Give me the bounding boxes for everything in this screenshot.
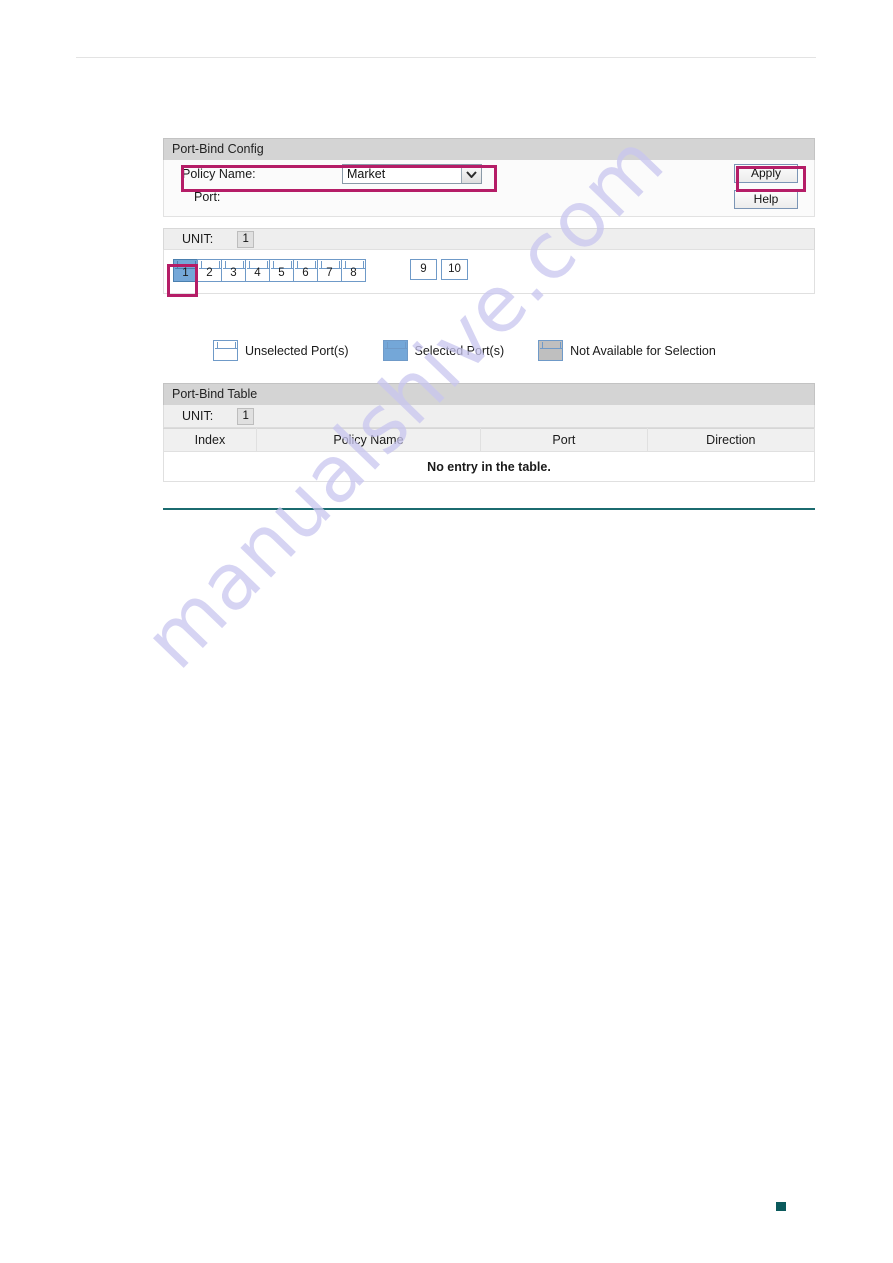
legend-label: Not Available for Selection bbox=[570, 343, 716, 358]
port-bind-config-body: Policy Name: Market Port: Apply Help bbox=[163, 160, 815, 217]
policy-name-label: Policy Name: bbox=[182, 167, 256, 181]
port-selector-panel: UNIT: 1 1 2 3 4 5 6 7 8 9 10 bbox=[163, 228, 815, 294]
table-unit-chip[interactable]: 1 bbox=[237, 407, 255, 425]
port-number-label: 6 bbox=[302, 267, 309, 279]
port-bind-table: Index Policy Name Port Direction No entry i… bbox=[163, 428, 816, 482]
table-column-header-policy-name: Policy Name bbox=[255, 428, 482, 452]
port-number-label: 7 bbox=[326, 267, 333, 279]
legend-item-selected: Selected Port(s) bbox=[382, 340, 505, 361]
table-header-row: Index Policy Name Port Direction bbox=[163, 428, 816, 452]
port-5[interactable]: 5 bbox=[269, 259, 294, 282]
port-number-label: 5 bbox=[278, 267, 285, 279]
table-empty-row: No entry in the table. bbox=[163, 451, 815, 482]
port-number-label: 2 bbox=[206, 267, 213, 279]
port-selector-unit-label: UNIT: bbox=[182, 232, 214, 246]
port-selector-unit-chip[interactable]: 1 bbox=[237, 230, 255, 248]
help-button[interactable]: Help bbox=[734, 190, 798, 209]
sfp-port-group: 9 10 bbox=[410, 259, 472, 280]
port-7[interactable]: 7 bbox=[317, 259, 342, 282]
port-bind-table-panel: Port-Bind Table UNIT: 1 Index Policy Name… bbox=[163, 383, 816, 482]
rj45-port-group: 1 2 3 4 5 6 7 8 bbox=[173, 259, 366, 282]
port-10[interactable]: 10 bbox=[441, 259, 468, 280]
port-row: Port: bbox=[182, 190, 354, 204]
port-legend: Unselected Port(s) Selected Port(s) Not Av… bbox=[213, 340, 716, 361]
page-top-rule bbox=[76, 57, 816, 58]
apply-button[interactable]: Apply bbox=[734, 164, 798, 183]
policy-name-select-wrapper[interactable]: Market bbox=[342, 164, 482, 184]
port-label: Port: bbox=[194, 190, 221, 204]
port-8[interactable]: 8 bbox=[341, 259, 366, 282]
port-bind-config-panel: Port-Bind Config Policy Name: Market Por… bbox=[163, 138, 815, 217]
legend-item-unavailable: Not Available for Selection bbox=[538, 340, 716, 361]
page-corner-mark bbox=[776, 1202, 786, 1211]
legend-item-unselected: Unselected Port(s) bbox=[213, 340, 349, 361]
port-bind-config-title: Port-Bind Config bbox=[163, 138, 815, 160]
port-swatch-unselected-icon bbox=[213, 340, 238, 361]
port-number-label: 8 bbox=[350, 267, 357, 279]
table-empty-message: No entry in the table. bbox=[163, 451, 815, 482]
port-selector-body: 1 2 3 4 5 6 7 8 9 10 bbox=[163, 250, 815, 294]
page-bottom-rule bbox=[163, 508, 815, 510]
table-column-header-port: Port bbox=[480, 428, 648, 452]
port-swatch-selected-icon bbox=[382, 340, 408, 361]
port-number-label: 1 bbox=[182, 267, 189, 279]
policy-name-select[interactable]: Market bbox=[342, 164, 482, 184]
policy-name-row: Policy Name: Market bbox=[182, 164, 482, 184]
port-bind-table-title: Port-Bind Table bbox=[163, 383, 815, 405]
table-column-header-direction: Direction bbox=[646, 428, 816, 452]
port-9[interactable]: 9 bbox=[410, 259, 437, 280]
port-3[interactable]: 3 bbox=[221, 259, 246, 282]
table-column-header-index: Index bbox=[163, 428, 257, 452]
port-2[interactable]: 2 bbox=[197, 259, 222, 282]
port-6[interactable]: 6 bbox=[293, 259, 318, 282]
config-button-column: Apply Help bbox=[734, 164, 798, 209]
port-number-label: 9 bbox=[420, 263, 427, 275]
port-swatch-unavailable-icon bbox=[538, 340, 564, 361]
legend-label: Selected Port(s) bbox=[414, 343, 505, 358]
port-selector-unit-bar: UNIT: 1 bbox=[163, 228, 815, 250]
table-unit-label: UNIT: bbox=[182, 409, 214, 423]
rj45-notch-icon bbox=[215, 342, 238, 349]
port-1[interactable]: 1 bbox=[173, 259, 198, 282]
port-number-label: 3 bbox=[230, 267, 237, 279]
rj45-notch-icon bbox=[540, 342, 564, 349]
table-unit-bar: UNIT: 1 bbox=[163, 405, 815, 428]
port-number-label: 4 bbox=[254, 267, 261, 279]
port-number-label: 10 bbox=[448, 263, 461, 275]
legend-label: Unselected Port(s) bbox=[245, 343, 349, 358]
port-4[interactable]: 4 bbox=[245, 259, 270, 282]
rj45-notch-icon bbox=[384, 342, 408, 349]
